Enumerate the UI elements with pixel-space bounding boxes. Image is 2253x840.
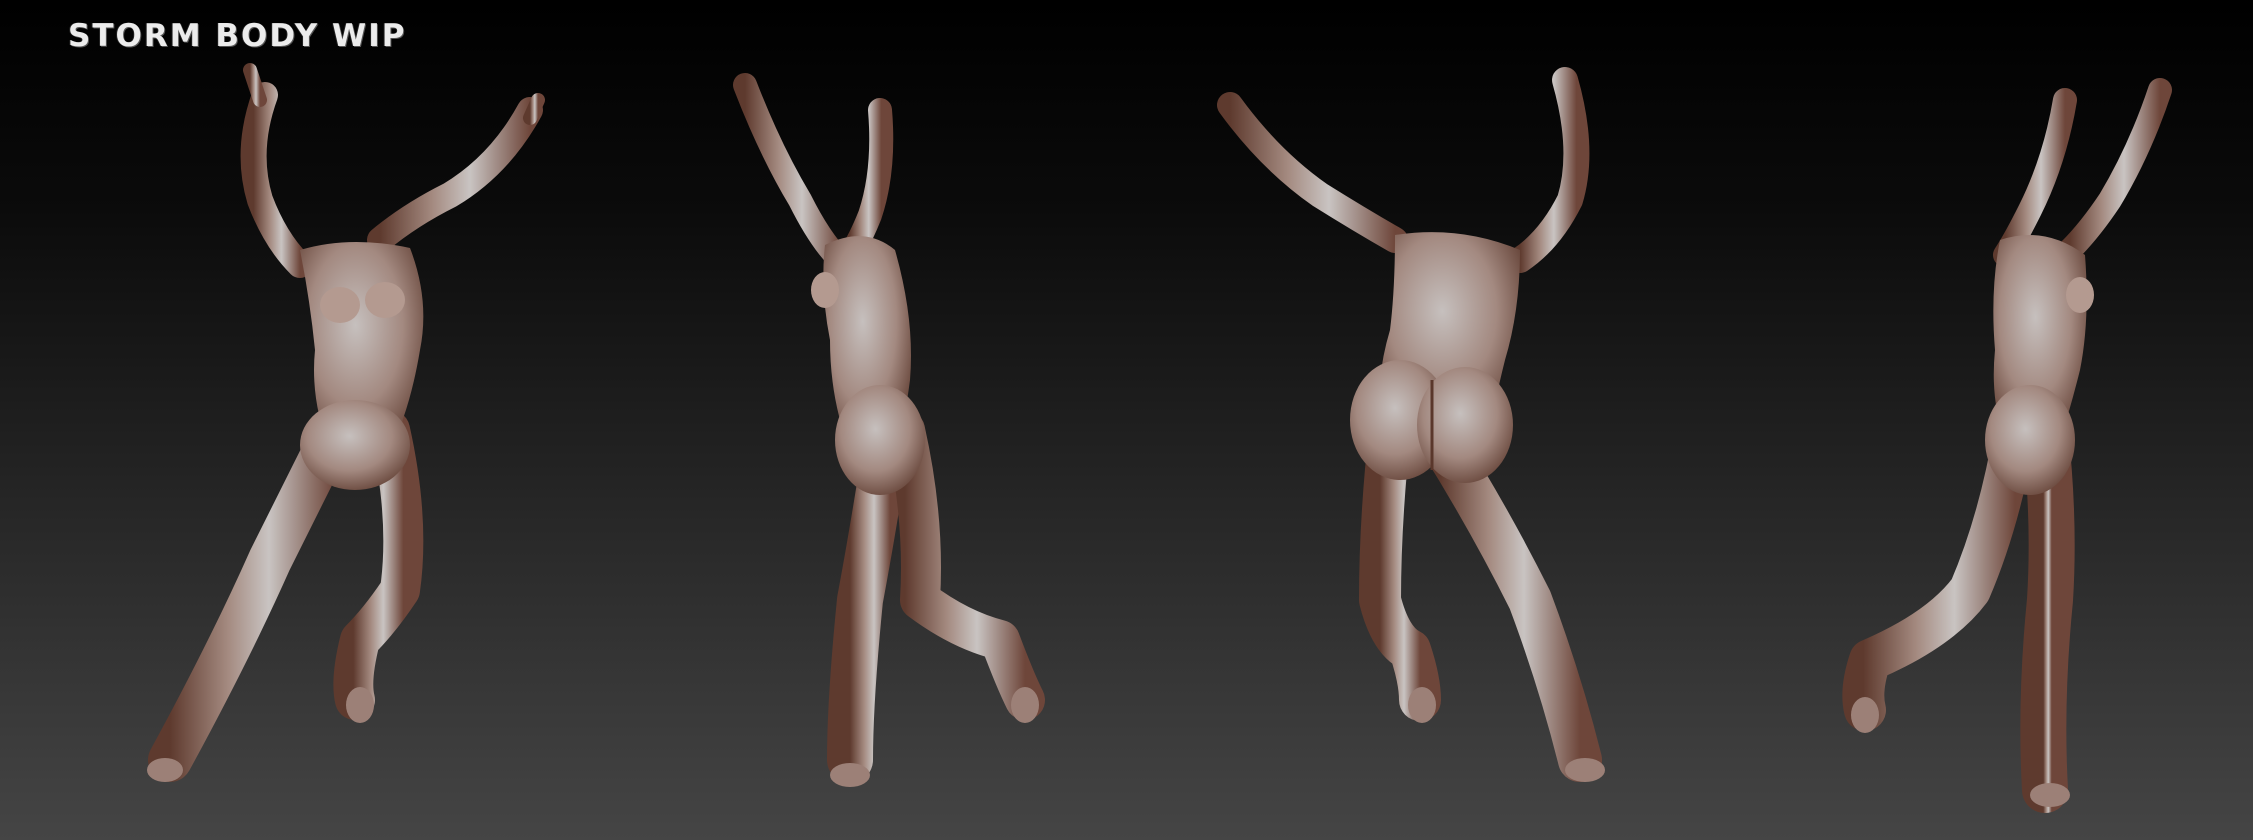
back-view-figure (1200, 0, 1720, 840)
front-view-figure (60, 0, 580, 840)
side-view-left-figure (700, 0, 1080, 840)
side-view-right-figure (1840, 0, 2220, 840)
render-canvas: STORM BODY WIP (0, 0, 2253, 840)
